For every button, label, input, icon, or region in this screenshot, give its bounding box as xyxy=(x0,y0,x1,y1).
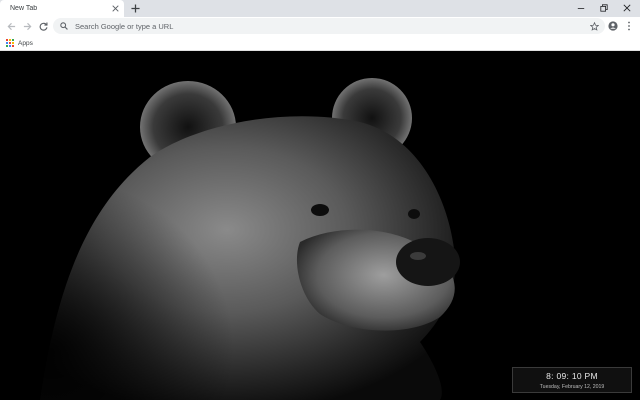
bookmarks-bar: Apps xyxy=(0,35,640,51)
star-icon[interactable] xyxy=(588,20,600,32)
clock-time: 8: 09: 10 PM xyxy=(546,371,598,381)
apps-grid-icon xyxy=(6,39,14,47)
three-dots-vertical-icon[interactable] xyxy=(622,19,636,33)
apps-shortcut[interactable]: Apps xyxy=(6,37,33,49)
close-window-button[interactable] xyxy=(614,0,640,15)
back-button[interactable] xyxy=(4,19,18,33)
apps-label: Apps xyxy=(18,39,33,47)
reload-icon xyxy=(39,22,48,31)
tab-title: New Tab xyxy=(10,5,38,12)
restore-icon xyxy=(600,3,608,12)
bear-background-image xyxy=(0,52,640,400)
clock-date: Tuesday, February 12, 2019 xyxy=(539,384,605,390)
forward-button[interactable] xyxy=(20,19,34,33)
reload-button[interactable] xyxy=(36,19,50,33)
account-circle-icon[interactable] xyxy=(606,19,620,33)
clock-widget: 8: 09: 10 PM Tuesday, February 12, 2019 xyxy=(512,367,632,393)
new-tab-page: 8: 09: 10 PM Tuesday, February 12, 2019 xyxy=(0,52,640,400)
omnibox[interactable] xyxy=(53,18,605,34)
minimize-icon xyxy=(577,7,585,9)
close-icon xyxy=(623,3,631,12)
arrow-left-icon xyxy=(7,22,15,30)
toolbar xyxy=(0,17,640,35)
arrow-right-icon xyxy=(23,22,31,30)
search-icon xyxy=(58,20,70,32)
tab-close-icon[interactable] xyxy=(109,3,121,15)
tab-new-tab[interactable]: New Tab xyxy=(0,0,124,17)
new-tab-button[interactable] xyxy=(128,1,142,15)
address-input[interactable] xyxy=(75,19,588,33)
tab-strip: New Tab xyxy=(0,0,640,17)
